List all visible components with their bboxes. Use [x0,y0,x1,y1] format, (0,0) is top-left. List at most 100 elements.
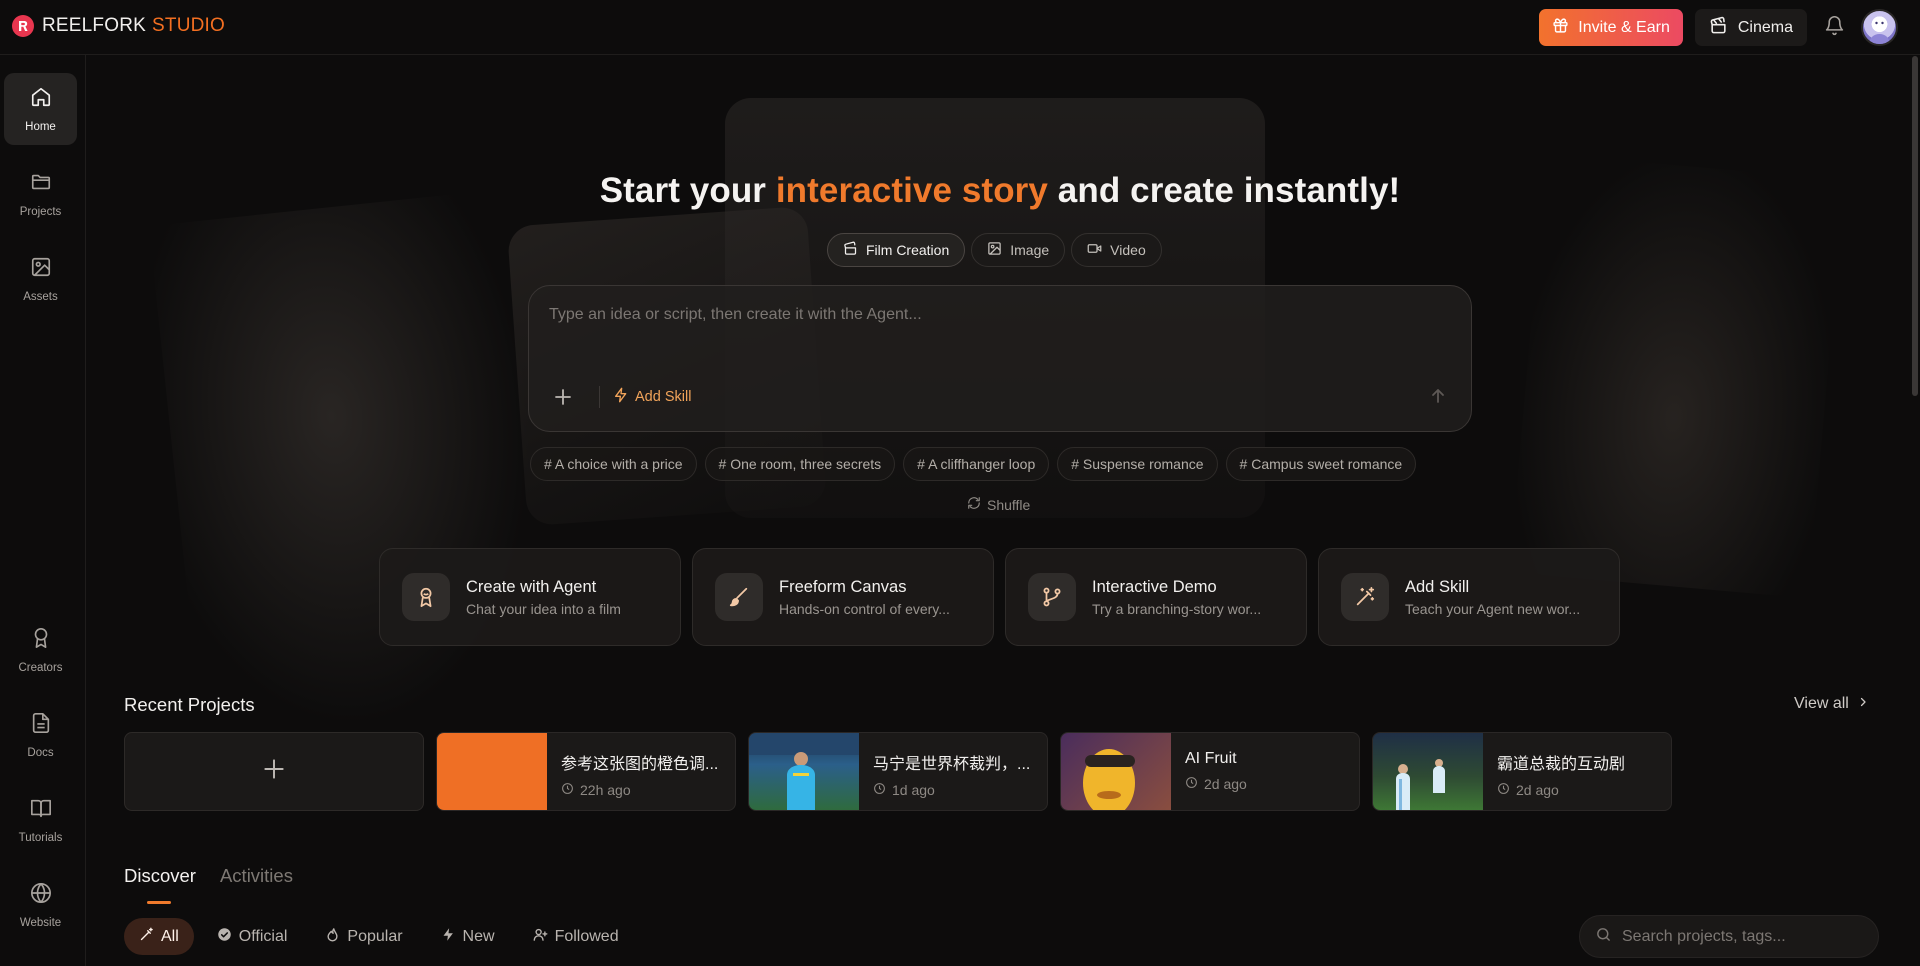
prompt-input[interactable] [549,301,1429,329]
filter-followed[interactable]: Followed [518,918,634,955]
filter-all[interactable]: All [124,918,194,955]
add-skill-button[interactable]: Add Skill [613,385,691,409]
project-time-label: 1d ago [892,782,935,798]
sidebar-item-label: Docs [27,746,54,759]
suggestion-chip[interactable]: # One room, three secrets [704,447,896,481]
project-info: 霸道总裁的互动剧 2d ago [1483,733,1639,810]
mode-tab-video[interactable]: Video [1071,233,1162,267]
mode-tab-label: Film Creation [866,242,950,258]
magic-wand-icon [139,927,154,947]
feature-title: Create with Agent [466,577,597,596]
sidebar-nav: Home Projects Assets Creators Docs Tutor… [0,55,86,966]
bell-icon [1824,15,1845,41]
view-all-link[interactable]: View all [1794,695,1869,713]
project-time: 2d ago [1497,782,1625,798]
project-time-label: 2d ago [1516,782,1559,798]
gift-icon [1552,17,1569,39]
clapperboard-icon [1709,16,1728,40]
mode-tab-image[interactable]: Image [971,233,1066,267]
top-right-actions: Invite & Earn Cinema [1539,9,1898,46]
project-card[interactable]: 参考这张图的橙色调... 22h ago [436,732,736,811]
app-window: REELFORK STUDIO Invite & Earn Cinema Hom… [0,0,1920,966]
new-project-button[interactable] [124,732,424,811]
feature-text: Create with Agent Chat your idea into a … [466,578,621,617]
sidebar-item-website[interactable]: Website [4,869,77,941]
branch-icon [1028,573,1076,621]
user-plus-icon [533,927,548,947]
feature-text: Add Skill Teach your Agent new wor... [1405,578,1580,617]
cinema-label: Cinema [1737,18,1793,36]
user-avatar[interactable] [1861,9,1898,46]
feature-card-interactive-demo[interactable]: Interactive Demo Try a branching-story w… [1005,548,1307,646]
project-time-label: 22h ago [580,782,631,798]
sidebar-item-home[interactable]: Home [4,73,77,145]
project-card[interactable]: AI Fruit 2d ago [1060,732,1360,811]
flame-icon [325,927,340,947]
notifications-button[interactable] [1819,9,1849,46]
book-icon [30,797,52,822]
sidebar-item-label: Assets [23,290,58,303]
suggestion-chip[interactable]: # Campus sweet romance [1225,447,1417,481]
project-name: 霸道总裁的互动剧 [1497,756,1626,773]
project-card[interactable]: 霸道总裁的互动剧 2d ago [1372,732,1672,811]
hero-title-accent: interactive story [775,171,1048,210]
logo-icon [12,15,34,37]
feature-card-create-with-agent[interactable]: Create with Agent Chat your idea into a … [379,548,681,646]
suggestion-chips: # A choice with a price # One room, thre… [530,447,1417,481]
send-button[interactable] [1423,381,1453,411]
search-input[interactable] [1622,927,1862,946]
plus-icon[interactable] [551,385,575,409]
suggestion-chip[interactable]: # A cliffhanger loop [903,447,1050,481]
hero-title-end: and create instantly! [1047,171,1401,210]
mode-tab-film-creation[interactable]: Film Creation [827,233,966,267]
discover-tabs: Discover Activities [124,865,293,904]
feature-text: Interactive Demo Try a branching-story w… [1092,578,1261,617]
clock-icon [873,782,886,798]
shuffle-label: Shuffle [987,496,1031,513]
feature-subtitle: Hands-on control of every... [779,600,950,617]
add-skill-label: Add Skill [635,389,692,405]
sidebar-item-label: Website [19,916,62,929]
prompt-divider [599,386,600,408]
feature-card-add-skill[interactable]: Add Skill Teach your Agent new wor... [1318,548,1620,646]
project-thumbnail [749,733,859,810]
filter-label: Followed [554,927,619,945]
filter-new[interactable]: New [426,918,510,955]
shuffle-button[interactable]: Shuffle [967,496,1030,513]
invite-earn-label: Invite & Earn [1578,18,1670,36]
background-image-right [1509,153,1845,599]
feature-subtitle: Try a branching-story wor... [1092,600,1262,617]
image-icon [987,241,1002,259]
filter-official[interactable]: Official [202,918,303,955]
feature-subtitle: Chat your idea into a film [466,600,621,617]
sidebar-item-docs[interactable]: Docs [4,699,77,771]
sidebar-item-projects[interactable]: Projects [4,158,77,230]
feature-card-freeform-canvas[interactable]: Freeform Canvas Hands-on control of ever… [692,548,994,646]
filter-label: Popular [347,927,403,945]
suggestion-chip[interactable]: # Suspense romance [1057,447,1218,481]
project-time: 22h ago [561,782,718,798]
suggestion-chip[interactable]: # A choice with a price [530,447,697,481]
tab-discover[interactable]: Discover [124,865,196,887]
sidebar-item-label: Creators [18,661,63,674]
background-image-left [148,188,562,744]
search-icon [1595,926,1612,948]
brand-accent-text: STUDIO [152,15,225,36]
project-info: AI Fruit 2d ago [1171,733,1261,810]
film-icon [843,241,858,259]
sidebar-item-assets[interactable]: Assets [4,243,77,315]
project-thumbnail [437,733,547,810]
filter-popular[interactable]: Popular [310,918,417,955]
cinema-button[interactable]: Cinema [1694,9,1807,46]
project-card[interactable]: 马宁是世界杯裁判，... 1d ago [748,732,1048,811]
sidebar-item-tutorials[interactable]: Tutorials [4,784,77,856]
search-box [1579,915,1879,958]
invite-earn-button[interactable]: Invite & Earn [1539,9,1683,46]
tab-activities[interactable]: Activities [220,865,293,887]
verified-icon [217,927,232,947]
sidebar-item-creators[interactable]: Creators [4,614,77,686]
page-scrollbar[interactable] [1912,56,1918,396]
brand-logo[interactable]: REELFORK STUDIO [12,15,225,37]
filter-label: All [161,927,179,945]
clock-icon [1497,782,1510,798]
